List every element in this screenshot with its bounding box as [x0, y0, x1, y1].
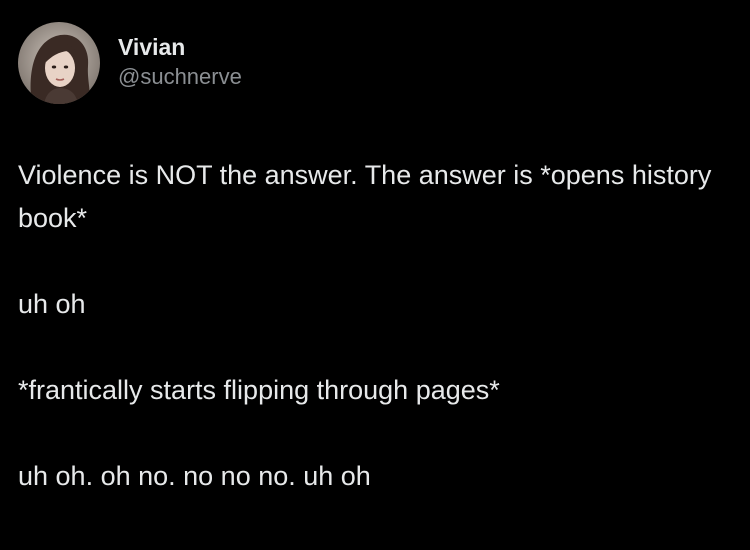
author-names: Vivian @suchnerve — [118, 33, 242, 91]
user-avatar-icon — [18, 22, 100, 104]
tweet-card: Vivian @suchnerve Violence is NOT the an… — [0, 0, 750, 550]
tweet-paragraph: uh oh. oh no. no no no. uh oh — [18, 461, 371, 491]
tweet-paragraph: *frantically starts flipping through pag… — [18, 375, 500, 405]
tweet-paragraph: uh oh — [18, 289, 86, 319]
user-handle[interactable]: @suchnerve — [118, 63, 242, 91]
display-name[interactable]: Vivian — [118, 33, 242, 61]
avatar[interactable] — [18, 22, 100, 104]
tweet-paragraph: Violence is NOT the answer. The answer i… — [18, 160, 712, 233]
tweet-header: Vivian @suchnerve — [18, 22, 242, 104]
tweet-body: Violence is NOT the answer. The answer i… — [18, 154, 733, 498]
